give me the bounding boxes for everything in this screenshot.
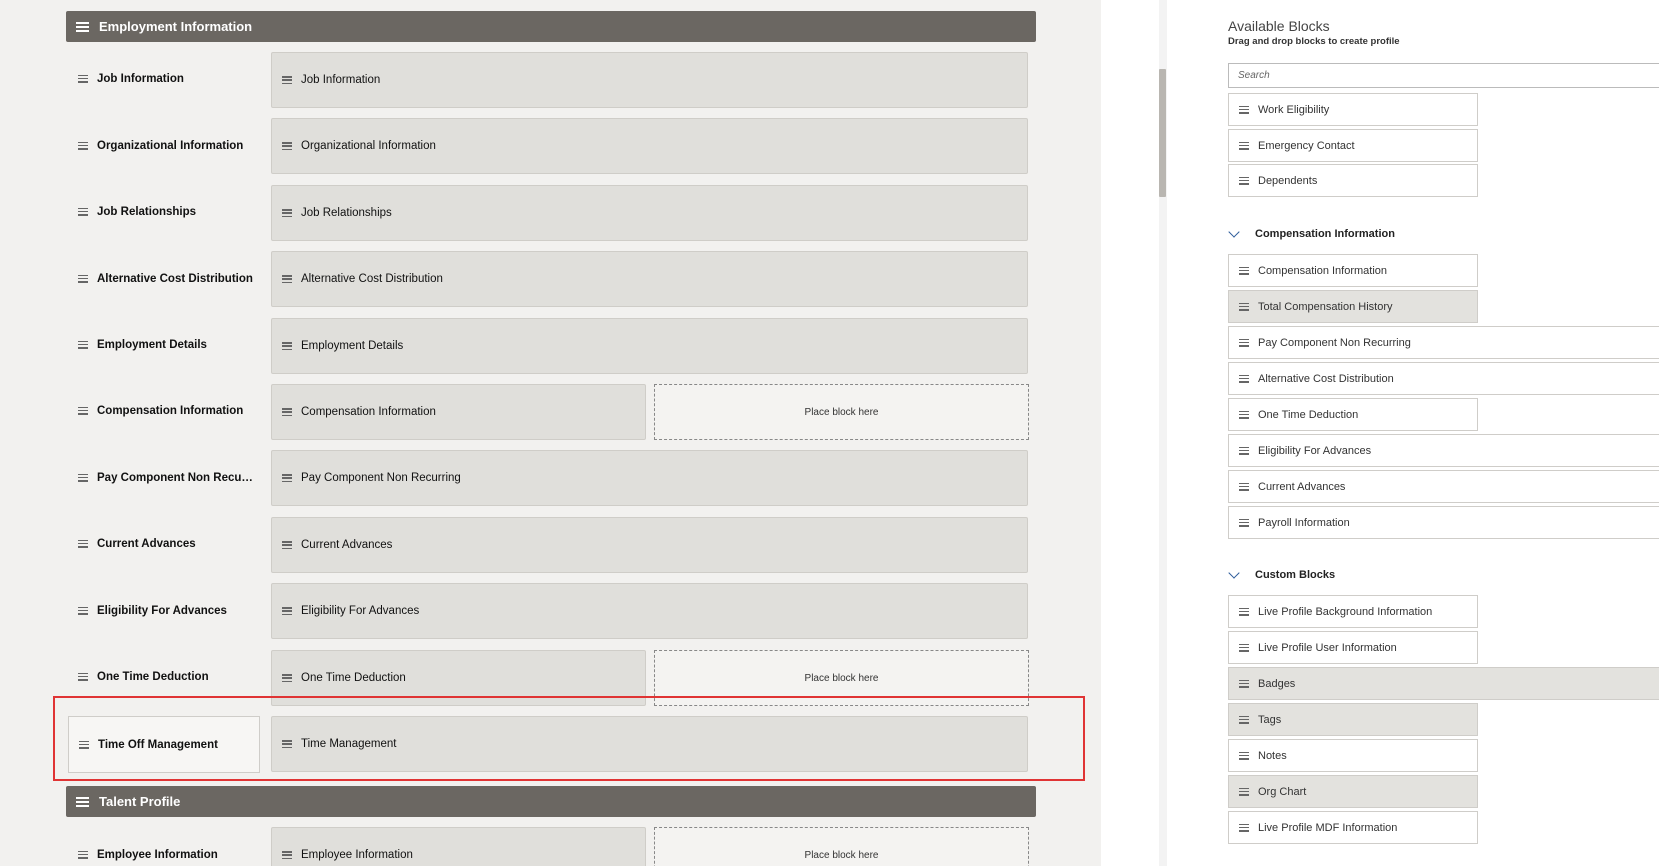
block-pay-component-non-recurring[interactable]: Pay Component Non Recurring (271, 450, 1028, 506)
drag-handle-icon[interactable] (282, 851, 292, 859)
row-label-employee-information[interactable]: Employee Information (68, 826, 260, 866)
drag-handle-icon[interactable] (78, 274, 88, 283)
row-label-compensation-information[interactable]: Compensation Information (68, 382, 260, 439)
drag-handle-icon[interactable] (282, 474, 292, 482)
drag-handle-icon[interactable] (1239, 446, 1249, 455)
available-block-one-time-deduction[interactable]: One Time Deduction (1228, 398, 1478, 431)
available-blocks-subtitle: Drag and drop blocks to create profile (1228, 36, 1400, 47)
block-job-relationships[interactable]: Job Relationships (271, 185, 1028, 241)
row-label-pay-component-non-recurring[interactable]: Pay Component Non Recurr... (68, 449, 260, 506)
drag-handle-icon[interactable] (78, 74, 88, 83)
drag-handle-icon[interactable] (76, 21, 89, 32)
block-alternative-cost-distribution[interactable]: Alternative Cost Distribution (271, 251, 1028, 307)
drag-handle-icon[interactable] (1239, 715, 1249, 724)
block-job-information[interactable]: Job Information (271, 52, 1028, 108)
section-header-talent-profile[interactable]: Talent Profile (66, 786, 1036, 817)
available-block-notes[interactable]: Notes (1228, 739, 1478, 772)
drag-handle-icon[interactable] (78, 406, 88, 415)
drag-handle-icon[interactable] (282, 541, 292, 549)
block-employee-information[interactable]: Employee Information (271, 827, 646, 866)
drag-handle-icon[interactable] (1239, 176, 1249, 185)
drag-handle-icon[interactable] (78, 473, 88, 482)
available-block-pay-component-non-recurring[interactable]: Pay Component Non Recurring (1228, 326, 1659, 359)
section-title: Employment Information (99, 19, 253, 34)
available-block-total-compensation-history[interactable]: Total Compensation History (1228, 290, 1478, 323)
group-custom-blocks[interactable]: Custom Blocks (1228, 567, 1335, 581)
chevron-down-icon[interactable] (1228, 226, 1240, 238)
block-employment-details[interactable]: Employment Details (271, 318, 1028, 374)
drag-handle-icon[interactable] (78, 141, 88, 150)
drag-handle-icon[interactable] (1239, 410, 1249, 419)
highlight-box (53, 696, 1085, 781)
drag-handle-icon[interactable] (282, 408, 292, 416)
available-block-live-profile-background-information[interactable]: Live Profile Background Information (1228, 595, 1478, 628)
drag-handle-icon[interactable] (78, 539, 88, 548)
drag-handle-icon[interactable] (282, 275, 292, 283)
group-compensation-information[interactable]: Compensation Information (1228, 226, 1395, 240)
row-label-eligibility-for-advances[interactable]: Eligibility For Advances (68, 582, 260, 639)
chevron-down-icon[interactable] (1228, 567, 1240, 579)
drag-handle-icon[interactable] (282, 674, 292, 682)
drag-handle-icon[interactable] (78, 606, 88, 615)
row-label-organizational-information[interactable]: Organizational Information (68, 117, 260, 174)
drag-handle-icon[interactable] (1239, 518, 1249, 527)
available-block-live-profile-mdf-information[interactable]: Live Profile MDF Information (1228, 811, 1478, 844)
available-block-eligibility-for-advances[interactable]: Eligibility For Advances (1228, 434, 1659, 467)
section-header-employment[interactable]: Employment Information (66, 11, 1036, 42)
drag-handle-icon[interactable] (282, 76, 292, 84)
block-current-advances[interactable]: Current Advances (271, 517, 1028, 573)
search-input[interactable] (1228, 63, 1659, 88)
drag-handle-icon[interactable] (1239, 105, 1249, 114)
available-block-work-eligibility[interactable]: Work Eligibility (1228, 93, 1478, 126)
drag-handle-icon[interactable] (78, 340, 88, 349)
drag-handle-icon[interactable] (282, 142, 292, 150)
available-block-compensation-information[interactable]: Compensation Information (1228, 254, 1478, 287)
drop-zone[interactable]: Place block here (654, 384, 1029, 440)
section-title: Talent Profile (99, 794, 181, 809)
row-label-employment-details[interactable]: Employment Details (68, 316, 260, 373)
block-organizational-information[interactable]: Organizational Information (271, 118, 1028, 174)
block-compensation-information[interactable]: Compensation Information (271, 384, 646, 440)
drag-handle-icon[interactable] (1239, 374, 1249, 383)
available-block-alternative-cost-distribution[interactable]: Alternative Cost Distribution (1228, 362, 1659, 395)
drag-handle-icon[interactable] (1239, 643, 1249, 652)
available-block-org-chart[interactable]: Org Chart (1228, 775, 1478, 808)
row-label-job-information[interactable]: Job Information (68, 50, 260, 107)
drag-handle-icon[interactable] (78, 207, 88, 216)
drag-handle-icon[interactable] (1239, 787, 1249, 796)
drag-handle-icon[interactable] (1239, 751, 1249, 760)
drag-handle-icon[interactable] (1239, 679, 1249, 688)
drag-handle-icon[interactable] (282, 607, 292, 615)
available-block-current-advances[interactable]: Current Advances (1228, 470, 1659, 503)
available-block-payroll-information[interactable]: Payroll Information (1228, 506, 1659, 539)
drag-handle-icon[interactable] (1239, 141, 1249, 150)
row-label-current-advances[interactable]: Current Advances (68, 515, 260, 572)
row-label-alternative-cost-distribution[interactable]: Alternative Cost Distribution (68, 250, 260, 307)
drag-handle-icon[interactable] (1239, 266, 1249, 275)
scrollbar-thumb[interactable] (1159, 69, 1166, 197)
drag-handle-icon[interactable] (78, 672, 88, 681)
available-block-tags[interactable]: Tags (1228, 703, 1478, 736)
drag-handle-icon[interactable] (1239, 823, 1249, 832)
drop-zone[interactable]: Place block here (654, 827, 1029, 866)
drag-handle-icon[interactable] (78, 850, 88, 859)
drag-handle-icon[interactable] (282, 342, 292, 350)
drag-handle-icon[interactable] (1239, 302, 1249, 311)
available-block-live-profile-user-information[interactable]: Live Profile User Information (1228, 631, 1478, 664)
available-blocks-title: Available Blocks (1228, 18, 1330, 34)
drag-handle-icon[interactable] (76, 796, 89, 807)
available-block-badges[interactable]: Badges (1228, 667, 1659, 700)
drag-handle-icon[interactable] (1239, 338, 1249, 347)
block-eligibility-for-advances[interactable]: Eligibility For Advances (271, 583, 1028, 639)
available-block-dependents[interactable]: Dependents (1228, 164, 1478, 197)
profile-layout-canvas: Employment Information Job Information J… (0, 0, 1101, 866)
drag-handle-icon[interactable] (1239, 607, 1249, 616)
drag-handle-icon[interactable] (1239, 482, 1249, 491)
row-label-job-relationships[interactable]: Job Relationships (68, 183, 260, 240)
available-block-emergency-contact[interactable]: Emergency Contact (1228, 129, 1478, 162)
drag-handle-icon[interactable] (282, 209, 292, 217)
